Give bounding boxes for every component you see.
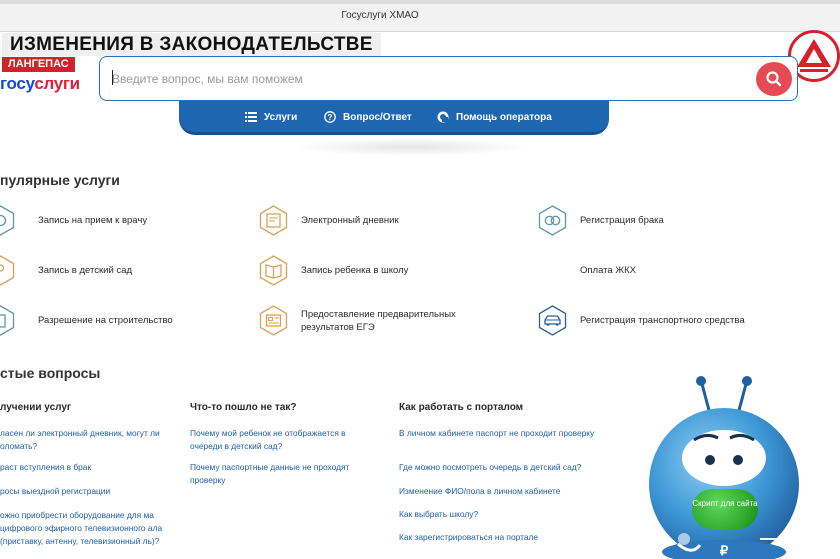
faq-link[interactable]: Почему паспортные данные не проходят про… [190,461,368,487]
service-school-enrollment[interactable]: Запись ребенка в школу [258,255,408,286]
faq-column-title: лучении услуг [0,402,72,413]
svg-text:₽: ₽ [720,543,729,558]
nav-qa[interactable]: ? Вопрос/Ответ [324,111,412,123]
popular-services-title: пулярные услуги [0,172,120,188]
logo-part-1: госу [0,74,35,93]
faq-column-title: Как работать с порталом [399,402,524,413]
browser-tab-strip [0,0,840,4]
main-nav: Услуги ? Вопрос/Ответ Помощь оператора [179,101,609,135]
service-label: Предоставление предварительных результат… [301,308,456,333]
building-icon [0,305,15,336]
diary-icon [259,205,288,236]
svg-text:?: ? [328,113,333,122]
faq-column-title: Что-то пошло не так? [190,402,297,413]
nav-services-label: Услуги [264,111,298,123]
nav-operator-help[interactable]: Помощь оператора [437,111,552,123]
nav-qa-label: Вопрос/Ответ [343,111,412,123]
browser-tab-title[interactable]: Госуслуги ХМАО [0,10,760,21]
service-building-permit[interactable]: Разрешение на строительство [0,305,173,336]
kindergarten-icon [0,255,15,286]
service-label: Разрешение на строительство [38,315,173,326]
service-label: Регистрация транспортного средства [580,315,745,326]
gosuslugi-logo[interactable]: госуслуги [0,74,80,94]
service-vehicle-registration[interactable]: Регистрация транспортного средства [537,305,745,336]
book-icon [259,255,288,286]
service-label: Запись на прием к врачу [38,215,148,226]
service-kindergarten[interactable]: Запись в детский сад [0,255,132,286]
nav-shadow [290,138,530,156]
search-box [99,56,798,101]
search-icon [766,71,782,87]
faq-link[interactable]: Почему мой ребенок не отображается в оче… [190,427,368,453]
browser-title-bar: Госуслуги ХМАО [0,0,840,32]
service-utility-payment[interactable]: Оплата ЖКХ [580,255,636,286]
faq-link[interactable]: ласен ли электронный дневник, могут ли о… [0,427,172,453]
faq-link[interactable]: Изменение ФИО/пола в личном кабинете [399,485,619,498]
service-label: Запись ребенка в школу [301,265,409,276]
question-icon: ? [324,111,336,123]
faq-link[interactable]: ожно приобрести оборудование для ма цифр… [0,509,172,548]
script-for-site-button[interactable]: Скрипт для сайта [692,489,758,529]
service-label: Регистрация брака [580,215,664,226]
exam-icon [259,305,288,336]
car-icon [538,305,567,336]
mascot-robot-icon: ₽ [649,376,799,559]
nav-services[interactable]: Услуги [245,111,297,123]
search-button[interactable] [756,62,792,96]
service-label: Оплата ЖКХ [580,265,636,276]
search-input[interactable] [112,69,732,89]
faq-link[interactable]: Как выбрать школу? [399,508,619,521]
nav-operator-label: Помощь оператора [456,111,552,123]
operator-icon [437,111,449,123]
service-label: Электронный дневник [301,215,399,226]
helper-mascot[interactable]: ₽ Скрипт для сайта [640,374,820,559]
service-doctor-appointment[interactable]: Запись на прием к врачу [0,205,147,236]
service-exam-results[interactable]: Предоставление предварительных результат… [258,305,481,336]
service-label: Запись в детский сад [38,265,132,276]
list-icon [245,112,257,122]
rings-icon [538,205,567,236]
faq-link[interactable]: В личном кабинете паспорт не проходит пр… [399,427,599,440]
faq-link[interactable]: росы выездной регистрации [0,485,172,498]
service-marriage-registration[interactable]: Регистрация брака [537,205,664,236]
faq-link[interactable]: Как зарегистрироваться на портале [399,531,619,544]
news-headline: ИЗМЕНЕНИЯ В ЗАКОНОДАТЕЛЬСТВЕ [2,33,381,56]
text-caret [112,70,113,85]
service-e-diary[interactable]: Электронный дневник [258,205,399,236]
faq-title: стые вопросы [0,365,101,381]
logo-part-2: слуги [34,74,80,93]
faq-link[interactable]: Где можно посмотреть очередь в детский с… [399,461,619,474]
city-tag: ЛАНГЕПАС [2,57,75,72]
doctor-icon [0,205,15,236]
faq-link[interactable]: раст вступления в брак [0,461,172,474]
